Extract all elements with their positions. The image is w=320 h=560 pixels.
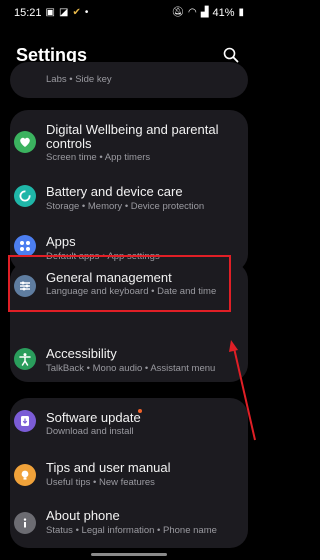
settings-item-title: Accessibility xyxy=(46,346,117,361)
settings-item-title: Battery and device care xyxy=(46,184,183,199)
about-phone-icon xyxy=(14,512,36,534)
more-notifications-icon: • xyxy=(84,7,89,18)
check-notification-icon: ✔ xyxy=(72,7,81,18)
gesture-nav-handle[interactable] xyxy=(91,553,167,556)
settings-item-digital-wellbeing[interactable]: Digital Wellbeing and parental controls … xyxy=(10,110,248,168)
settings-item-title: About phone xyxy=(46,508,120,523)
settings-item-title: Tips and user manual xyxy=(46,460,171,475)
status-time: 15:21 xyxy=(14,7,42,19)
settings-item-title: Apps xyxy=(46,234,76,249)
settings-item-subtitle: Status • Legal information • Phone name xyxy=(46,525,217,536)
advanced-features-card[interactable]: Labs • Side key xyxy=(10,62,248,98)
tips-icon xyxy=(14,464,36,486)
accessibility-icon xyxy=(14,348,36,370)
advanced-features-subtitle: Labs • Side key xyxy=(46,74,112,85)
settings-item-subtitle: Screen time • App timers xyxy=(46,152,151,163)
settings-item-subtitle: TalkBack • Mono audio • Assistant menu xyxy=(46,363,216,374)
settings-item-subtitle: Storage • Memory • Device protection xyxy=(46,201,205,212)
search-icon xyxy=(223,47,239,63)
mute-icon: 🔕︎ xyxy=(171,7,185,18)
notification-icon: ◪ xyxy=(58,7,69,18)
settings-item-title-line2: controls xyxy=(46,136,92,151)
battery-percent: 41% xyxy=(212,7,235,19)
battery-icon: ▮ xyxy=(238,7,244,18)
settings-item-subtitle: Useful tips • New features xyxy=(46,477,155,488)
device-care-icon xyxy=(14,185,36,207)
highlight-box xyxy=(8,255,231,312)
wifi-icon: ◠ xyxy=(188,7,197,18)
status-bar: 15:21 ▣ ◪ ✔ • 🔕︎ ◠ ▟ 41% ▮ xyxy=(0,0,258,26)
update-badge xyxy=(138,409,142,413)
settings-item-subtitle: Download and install xyxy=(46,426,134,437)
gallery-notification-icon: ▣ xyxy=(45,7,55,18)
status-right: 🔕︎ ◠ ▟ 41% ▮ xyxy=(171,7,244,19)
settings-item-title: Software update xyxy=(46,410,141,425)
settings-item-title: Digital Wellbeing and parental xyxy=(46,122,219,137)
status-left: 15:21 ▣ ◪ ✔ • xyxy=(14,7,88,19)
settings-item-accessibility[interactable]: Accessibility TalkBack • Mono audio • As… xyxy=(10,336,248,381)
settings-item-about-phone[interactable]: About phone Status • Legal information •… xyxy=(10,502,248,546)
apps-icon xyxy=(14,235,36,257)
settings-item-software-update[interactable]: Software update Download and install xyxy=(10,398,248,442)
settings-item-battery[interactable]: Battery and device care Storage • Memory… xyxy=(10,175,248,220)
digital-wellbeing-icon xyxy=(14,131,36,153)
settings-card-1: Digital Wellbeing and parental controls … xyxy=(10,110,248,272)
settings-item-tips[interactable]: Tips and user manual Useful tips • New f… xyxy=(10,452,248,496)
settings-card-3: Software update Download and install Tip… xyxy=(10,398,248,548)
signal-icon: ▟ xyxy=(200,7,209,18)
software-update-icon xyxy=(14,410,36,432)
